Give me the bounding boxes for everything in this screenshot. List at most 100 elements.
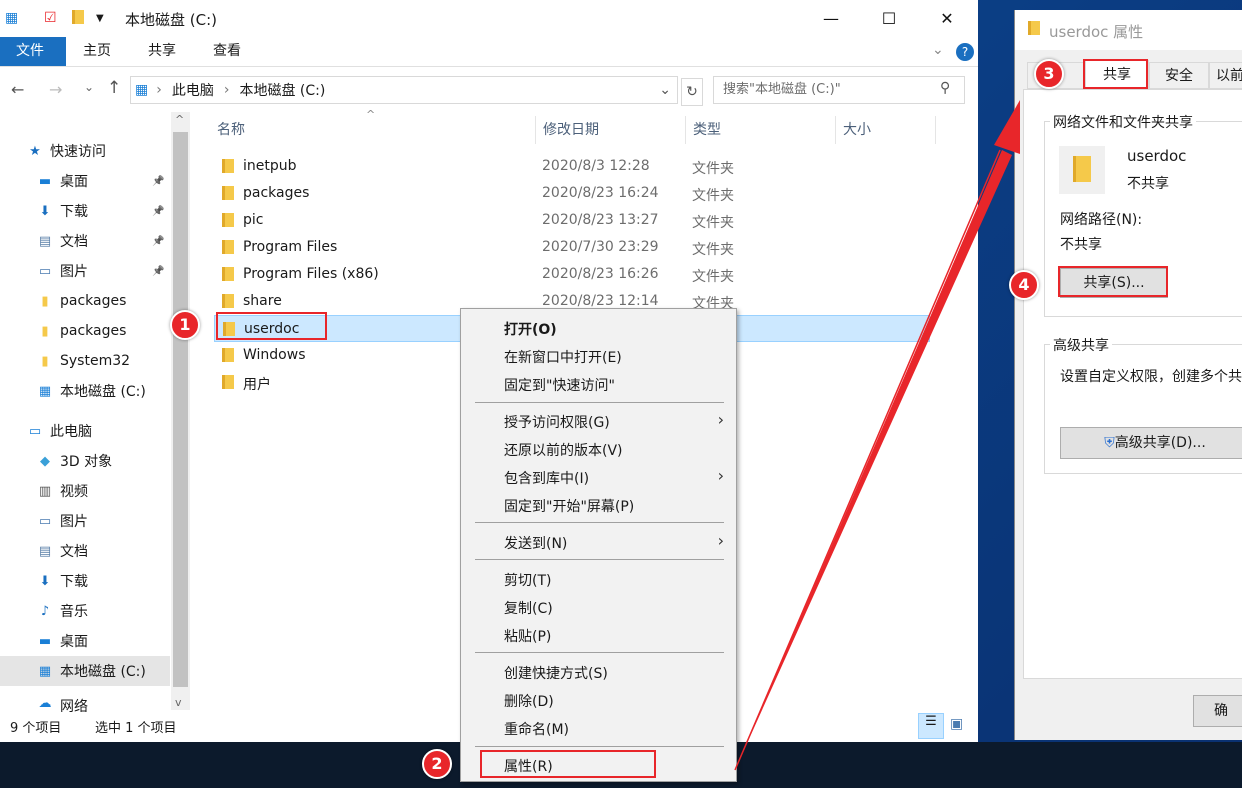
- new-folder-icon[interactable]: [72, 10, 84, 28]
- breadcrumb-drive[interactable]: 本地磁盘 (C:): [239, 80, 325, 100]
- context-menu-item[interactable]: 固定到"开始"屏幕(P): [504, 496, 634, 516]
- address-dropdown-icon[interactable]: ⌄: [659, 82, 671, 98]
- pin-icon[interactable]: 📌: [152, 266, 164, 277]
- context-menu-item[interactable]: 删除(D): [504, 691, 554, 711]
- address-bar[interactable]: ▦ › 此电脑 › 本地磁盘 (C:) ⌄: [130, 76, 678, 104]
- minimize-button[interactable]: —: [808, 0, 854, 37]
- sidebar-item[interactable]: ★ 快速访问: [0, 136, 170, 166]
- network-icon: ☁: [38, 696, 52, 711]
- tab-file[interactable]: 文件: [0, 37, 66, 66]
- recent-locations-icon[interactable]: ⌄: [84, 80, 94, 94]
- sidebar-item[interactable]: ▤ 文档 📌: [0, 226, 170, 256]
- sidebar-item[interactable]: ♪ 音乐: [0, 596, 170, 626]
- sidebar-item[interactable]: ▦ 本地磁盘 (C:): [0, 656, 170, 686]
- download-icon: ⬇: [39, 573, 51, 589]
- file-row[interactable]: pic 2020/8/23 13:27 文件夹: [214, 207, 930, 234]
- details-view-icon[interactable]: ☰: [918, 713, 944, 739]
- window-title: 本地磁盘 (C:): [125, 11, 217, 29]
- sidebar-item[interactable]: ▮ packages: [0, 316, 170, 346]
- sidebar-item[interactable]: ▬ 桌面: [0, 626, 170, 656]
- sidebar-item[interactable]: ▥ 视频: [0, 476, 170, 506]
- tab-security[interactable]: 安全: [1149, 62, 1209, 89]
- sidebar-item[interactable]: ▬ 桌面 📌: [0, 166, 170, 196]
- sidebar-item[interactable]: ▦ 本地磁盘 (C:): [0, 376, 170, 406]
- maximize-button[interactable]: ☐: [866, 0, 912, 37]
- advanced-sharing-button[interactable]: ⛨高级共享(D)...: [1060, 427, 1242, 459]
- sidebar-item[interactable]: ☁ 网络: [0, 696, 170, 712]
- sidebar-item-label: 此电脑: [50, 424, 92, 440]
- file-type: 文件夹: [692, 188, 734, 204]
- file-name: Program Files: [243, 239, 338, 255]
- file-row[interactable]: Program Files 2020/7/30 23:29 文件夹: [214, 234, 930, 261]
- column-header-type[interactable]: 类型: [686, 116, 836, 144]
- sidebar-scrollbar[interactable]: ^ v: [171, 112, 190, 710]
- file-date: 2020/8/23 16:26: [542, 266, 659, 282]
- file-row[interactable]: Program Files (x86) 2020/8/23 16:26 文件夹: [214, 261, 930, 288]
- context-menu-item[interactable]: 重命名(M): [504, 719, 569, 739]
- context-menu-item[interactable]: 粘贴(P): [504, 626, 551, 646]
- context-menu-item[interactable]: 包含到库中(I): [504, 468, 589, 488]
- context-menu-item[interactable]: 打开(O): [504, 319, 557, 339]
- sidebar-item-label: 文档: [60, 234, 88, 250]
- file-row[interactable]: packages 2020/8/23 16:24 文件夹: [214, 180, 930, 207]
- selection-count: 选中 1 个项目: [95, 721, 177, 736]
- sidebar-item-label: 音乐: [60, 604, 88, 620]
- large-icons-view-icon[interactable]: ▣: [950, 716, 963, 732]
- pin-icon[interactable]: 📌: [152, 236, 164, 247]
- drive-icon: ▦: [5, 10, 19, 26]
- sidebar-item-label: 视频: [60, 484, 88, 500]
- pin-icon[interactable]: 📌: [152, 176, 164, 187]
- file-row[interactable]: inetpub 2020/8/3 12:28 文件夹: [214, 153, 930, 180]
- file-date: 2020/8/23 12:14: [542, 293, 659, 309]
- expand-ribbon-icon[interactable]: ⌄: [932, 42, 944, 58]
- column-header-name[interactable]: 名称: [210, 116, 536, 144]
- sidebar-item[interactable]: ▭ 图片 📌: [0, 256, 170, 286]
- help-icon[interactable]: ?: [956, 43, 974, 61]
- context-menu-item[interactable]: 还原以前的版本(V): [504, 440, 623, 460]
- properties-icon[interactable]: ☑: [44, 10, 57, 26]
- customize-toolbar-icon[interactable]: ▼: [96, 13, 104, 24]
- context-menu-item[interactable]: 发送到(N): [504, 533, 567, 553]
- context-menu-item[interactable]: 创建快捷方式(S): [504, 663, 608, 683]
- context-menu-item[interactable]: 复制(C): [504, 598, 553, 618]
- sidebar-item[interactable]: ⬇ 下载 📌: [0, 196, 170, 226]
- sidebar-item[interactable]: ▤ 文档: [0, 536, 170, 566]
- search-input[interactable]: 搜索"本地磁盘 (C:)": [713, 76, 965, 104]
- folder-icon: [1059, 146, 1105, 194]
- highlight-sharing-tab: [1083, 59, 1148, 89]
- sidebar-item[interactable]: ▭ 图片: [0, 506, 170, 536]
- folder-name: userdoc: [1127, 147, 1187, 165]
- tab-home[interactable]: 主页: [67, 37, 127, 66]
- back-icon[interactable]: ←: [11, 80, 24, 99]
- context-menu-item[interactable]: 固定到"快速访问": [504, 375, 615, 395]
- tab-previous-versions[interactable]: 以前: [1209, 62, 1242, 89]
- computer-icon: ▭: [28, 423, 42, 439]
- sidebar-item[interactable]: ▮ packages: [0, 286, 170, 316]
- up-icon[interactable]: ↑: [107, 78, 121, 98]
- tab-share[interactable]: 共享: [132, 37, 192, 66]
- submenu-arrow-icon: ›: [717, 531, 724, 550]
- sidebar-item[interactable]: ⬇ 下载: [0, 566, 170, 596]
- sidebar-item-label: 图片: [60, 514, 88, 530]
- sidebar-item[interactable]: ◆ 3D 对象: [0, 446, 170, 476]
- step-badge-3: 3: [1034, 59, 1064, 89]
- close-button[interactable]: ✕: [924, 0, 970, 37]
- context-menu-item[interactable]: 在新窗口中打开(E): [504, 347, 622, 367]
- pin-icon[interactable]: 📌: [152, 206, 164, 217]
- star-icon: ★: [29, 143, 41, 159]
- column-header-date[interactable]: 修改日期: [536, 116, 686, 144]
- breadcrumb-this-pc[interactable]: 此电脑: [172, 80, 214, 100]
- sidebar-item[interactable]: ▭ 此电脑: [0, 416, 170, 446]
- column-header-size[interactable]: 大小: [836, 116, 936, 144]
- ok-button[interactable]: 确: [1193, 695, 1242, 727]
- file-date: 2020/8/23 16:24: [542, 185, 659, 201]
- forward-icon[interactable]: →: [49, 80, 62, 99]
- context-menu-item[interactable]: 授予访问权限(G): [504, 412, 610, 432]
- refresh-icon[interactable]: ↻: [681, 78, 703, 106]
- tab-view[interactable]: 查看: [197, 37, 257, 66]
- sidebar-item[interactable]: ▮ System32: [0, 346, 170, 376]
- file-date: 2020/7/30 23:29: [542, 239, 659, 255]
- context-menu-item[interactable]: 剪切(T): [504, 570, 551, 590]
- file-date: 2020/8/23 13:27: [542, 212, 659, 228]
- drive-icon: ▦: [135, 82, 149, 98]
